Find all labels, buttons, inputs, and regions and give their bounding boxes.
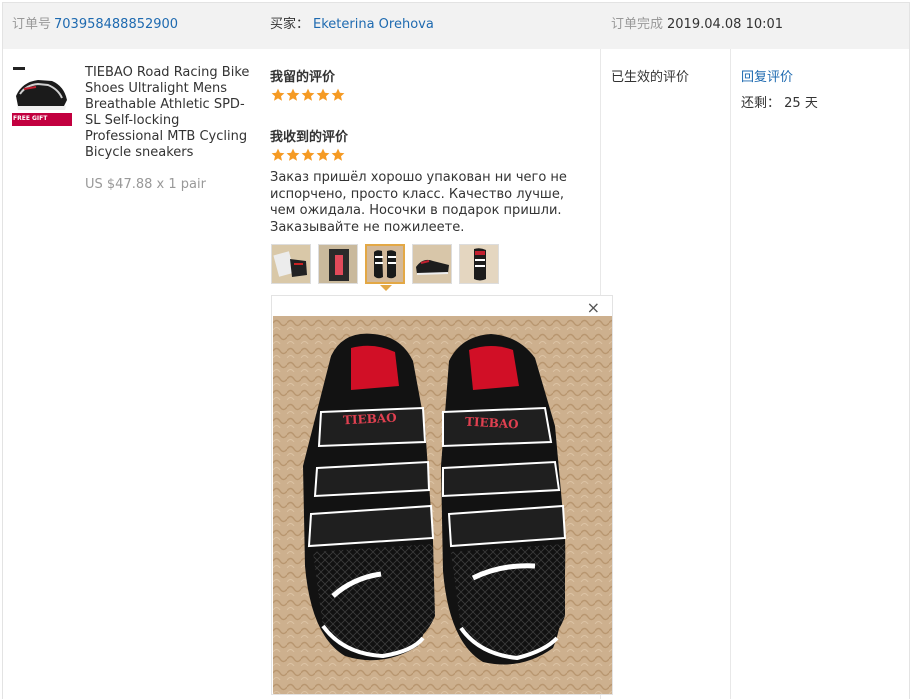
order-complete-time: 2019.04.08 10:01 bbox=[667, 17, 784, 32]
shoe-side-photo bbox=[413, 245, 451, 283]
shoes-on-carpet-image bbox=[273, 316, 612, 694]
enlarged-review-photo: TIEBAO TIEBAO bbox=[273, 316, 612, 694]
star-icon bbox=[286, 88, 300, 101]
star-icon bbox=[331, 88, 345, 101]
remaining-label: 还剩： bbox=[741, 96, 781, 111]
selected-photo-pointer bbox=[380, 285, 392, 291]
product-price: US $47.88 x 1 pair bbox=[85, 177, 206, 192]
my-review-rating bbox=[271, 88, 345, 102]
star-icon bbox=[301, 88, 315, 101]
star-icon bbox=[271, 148, 285, 161]
star-icon bbox=[316, 148, 330, 161]
received-review-rating bbox=[271, 148, 345, 162]
order-number-label: 订单号 bbox=[12, 17, 52, 32]
shoe-box-photo bbox=[319, 245, 357, 283]
review-text: Заказ пришёл хорошо упакован ни чего не … bbox=[270, 170, 567, 235]
received-review-title: 我收到的评价 bbox=[270, 130, 349, 145]
review-photo-thumb[interactable] bbox=[271, 244, 311, 284]
buyer-label: 买家： bbox=[270, 17, 310, 32]
star-icon bbox=[301, 148, 315, 161]
review-photo-thumb[interactable] bbox=[459, 244, 499, 284]
close-icon[interactable]: × bbox=[587, 300, 600, 316]
column-divider bbox=[730, 49, 731, 699]
review-photo-thumb[interactable] bbox=[412, 244, 452, 284]
shoe-top-photo bbox=[460, 245, 498, 283]
remaining-value: 25 天 bbox=[784, 96, 818, 111]
order-complete-label: 订单完成 bbox=[611, 17, 664, 32]
photo-preview-panel: × TIEBAO TIEBAO bbox=[271, 295, 613, 695]
review-photo-strip bbox=[271, 244, 506, 284]
star-icon bbox=[331, 148, 345, 161]
free-gift-badge: FREE GIFT bbox=[13, 115, 48, 122]
star-icon bbox=[316, 88, 330, 101]
star-icon bbox=[286, 148, 300, 161]
shoe-pair-photo bbox=[367, 246, 403, 282]
buyer-name-link[interactable]: Eketerina Orehova bbox=[313, 17, 434, 33]
remaining-days: 还剩： 25 天 bbox=[741, 92, 818, 111]
review-photo-thumb-selected[interactable] bbox=[365, 244, 405, 284]
order-number-link[interactable]: 703958488852900 bbox=[54, 17, 178, 33]
left-shoe-brand-text: TIEBAO bbox=[342, 410, 397, 428]
right-shoe-brand-text: TIEBAO bbox=[464, 414, 519, 432]
review-photo-thumb[interactable] bbox=[318, 244, 358, 284]
product-title-link[interactable]: TIEBAO Road Racing Bike Shoes Ultralight… bbox=[85, 65, 250, 161]
my-review-title: 我留的评价 bbox=[270, 70, 336, 85]
star-icon bbox=[271, 88, 285, 101]
shoe-package-photo bbox=[272, 245, 310, 283]
reply-review-link[interactable]: 回复评价 bbox=[741, 66, 793, 85]
product-thumbnail[interactable]: FREE GIFT bbox=[12, 66, 72, 126]
review-status: 已生效的评价 bbox=[611, 70, 690, 85]
